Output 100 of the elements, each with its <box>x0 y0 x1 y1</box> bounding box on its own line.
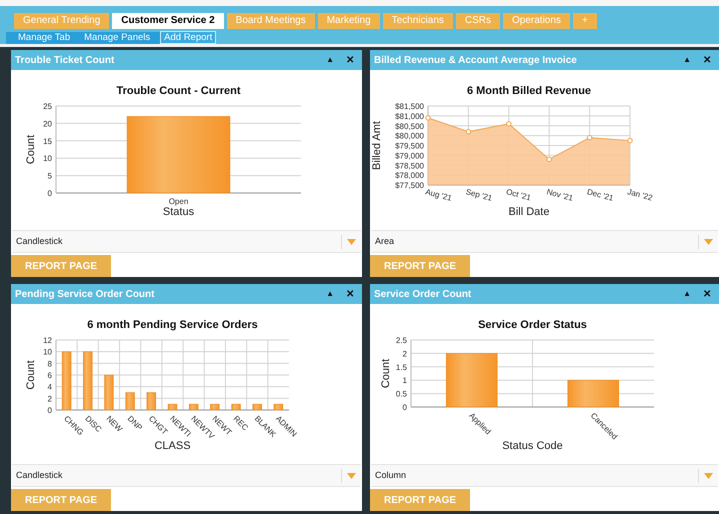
x-tick-label: Open <box>168 197 188 206</box>
tab[interactable]: + <box>572 12 597 29</box>
collapse-button[interactable]: ▲ <box>326 288 334 300</box>
x-tick-label: DNP <box>126 414 144 432</box>
chart-type-select[interactable]: Column <box>371 464 718 487</box>
report-page-button[interactable]: REPORT PAGE <box>11 255 111 277</box>
tab[interactable]: Marketing <box>318 12 380 29</box>
y-tick-label: $79,500 <box>395 142 424 150</box>
y-axis-title: Count <box>25 360 37 390</box>
panel-title: Service Order Count <box>374 288 472 302</box>
y-tick-label: 1.5 <box>396 362 407 372</box>
close-button[interactable]: ✕ <box>703 52 711 68</box>
y-tick-label: 8 <box>48 359 52 368</box>
y-tick-label: 5 <box>48 172 52 181</box>
close-button[interactable]: ✕ <box>703 286 711 302</box>
y-tick-label: 1 <box>402 376 407 386</box>
tab[interactable]: CSRs <box>456 12 500 29</box>
y-tick-label: 4 <box>48 382 52 392</box>
x-tick-label: Jan '22 <box>626 187 654 203</box>
data-point <box>506 121 512 126</box>
y-tick-label: $77,500 <box>395 181 424 190</box>
y-tick-label: $80,500 <box>395 122 424 131</box>
sub-nav-link[interactable]: Add Report <box>160 31 216 44</box>
bar <box>83 351 92 410</box>
tab[interactable]: Technicians <box>382 12 453 29</box>
tab[interactable]: Board Meetings <box>226 12 315 29</box>
y-tick-label: 10 <box>43 154 52 164</box>
collapse-button[interactable]: ▲ <box>326 54 334 66</box>
report-page-button[interactable]: REPORT PAGE <box>11 489 111 511</box>
panel-title: Pending Service Order Count <box>15 288 156 302</box>
x-axis-title: Bill Date <box>508 206 550 218</box>
y-tick-label: 0.5 <box>396 390 407 399</box>
chart-title: Trouble Count - Current <box>116 85 241 97</box>
x-tick-label: Oct '21 <box>505 187 532 202</box>
y-tick-label: 20 <box>43 119 52 128</box>
y-tick-label: 0 <box>402 403 407 412</box>
collapse-button[interactable]: ▲ <box>683 54 691 66</box>
panel-title: Trouble Ticket Count <box>15 54 116 68</box>
chart-type-select[interactable]: Candlestick <box>12 464 361 487</box>
y-axis-title: Count <box>380 358 392 388</box>
bar <box>62 351 72 410</box>
panel-title: Billed Revenue & Account Average Invoice <box>374 54 578 68</box>
tab[interactable]: Customer Service 2 <box>112 12 224 29</box>
y-axis-title: Count <box>25 134 37 164</box>
y-tick-label: $78,500 <box>395 161 424 170</box>
bar <box>188 404 198 410</box>
report-page-button[interactable]: REPORT PAGE <box>370 255 470 277</box>
y-tick-label: $78,000 <box>395 171 424 180</box>
x-axis-title: Status Code <box>502 440 563 452</box>
sub-nav-link[interactable]: Manage Tab <box>14 31 74 44</box>
data-point <box>425 115 431 121</box>
bar <box>252 404 262 410</box>
x-axis-title: CLASS <box>154 440 191 452</box>
chart-title: Service Order Status <box>478 319 587 331</box>
y-tick-label: $81,500 <box>395 102 424 111</box>
y-tick-label: 10 <box>43 348 52 357</box>
close-button[interactable]: ✕ <box>346 286 354 302</box>
tab[interactable]: General Trending <box>14 12 110 29</box>
x-tick-label: Sep '21 <box>464 187 494 203</box>
data-point <box>466 128 472 134</box>
bar <box>274 404 284 410</box>
bar <box>125 392 135 410</box>
caret-icon <box>704 238 713 244</box>
chart-type-select[interactable]: Area <box>371 230 718 253</box>
data-point <box>627 138 633 144</box>
data-point <box>586 134 592 140</box>
tab[interactable]: Operations <box>503 12 570 29</box>
collapse-button[interactable]: ▲ <box>683 288 691 300</box>
bar <box>446 353 498 408</box>
caret-icon <box>704 472 713 478</box>
report-page-button[interactable]: REPORT PAGE <box>370 489 470 511</box>
bar <box>567 380 620 408</box>
y-tick-label: 12 <box>43 336 52 345</box>
y-tick-label: 0 <box>48 189 52 198</box>
x-tick-label: Nov '21 <box>546 187 574 203</box>
y-tick-label: 25 <box>43 102 52 111</box>
bar <box>146 392 156 410</box>
close-button[interactable]: ✕ <box>346 52 354 68</box>
caret-icon <box>347 238 356 244</box>
y-tick-label: 2 <box>402 349 407 358</box>
caret-icon <box>347 472 356 478</box>
bar <box>210 404 220 410</box>
y-tick-label: $80,000 <box>395 132 424 141</box>
y-tick-label: 6 <box>48 371 52 380</box>
chart-title: 6 month Pending Service Orders <box>87 319 258 331</box>
y-axis-title: Billed Amt <box>371 121 383 170</box>
y-tick-label: 2 <box>48 394 52 404</box>
y-tick-label: $81,000 <box>395 112 424 121</box>
chart-type-select[interactable]: Candlestick <box>12 230 361 253</box>
y-tick-label: $79,000 <box>395 151 424 160</box>
y-tick-label: 15 <box>43 136 52 146</box>
bar <box>104 374 114 410</box>
bar <box>231 404 241 410</box>
sub-nav-link[interactable]: Manage Panels <box>80 31 154 44</box>
bar <box>168 404 178 410</box>
y-tick-label: 0 <box>48 406 52 415</box>
chart-title: 6 Month Billed Revenue <box>466 85 592 97</box>
x-tick-label: Aug '21 <box>424 187 453 203</box>
y-tick-label: 2.5 <box>396 336 407 345</box>
x-axis-title: Status <box>162 206 194 218</box>
